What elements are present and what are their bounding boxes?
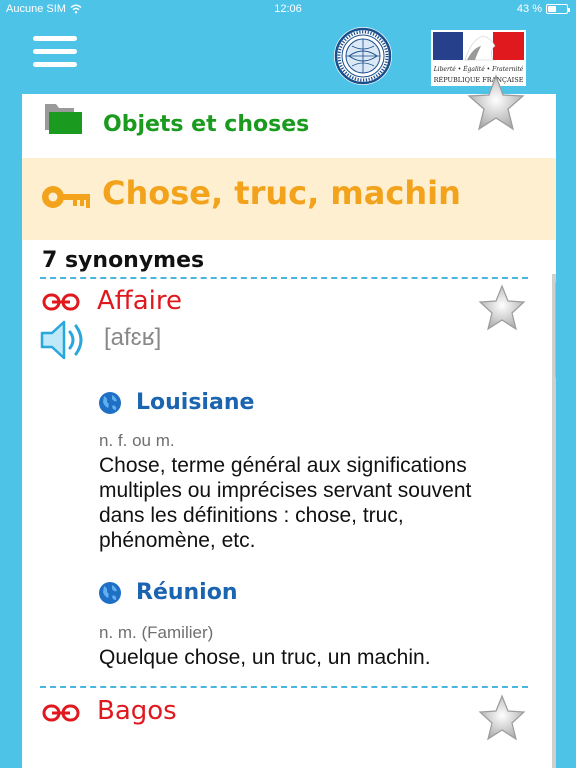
main-panel: Objets et choses Chose, truc, machin 7 s…: [22, 94, 556, 768]
definition: Chose, terme général aux significations …: [99, 454, 472, 552]
key-icon: [42, 186, 90, 208]
folder-icon: [45, 104, 82, 134]
definition: Quelque chose, un truc, un machin.: [99, 646, 431, 669]
star-icon[interactable]: [466, 74, 526, 132]
battery-status: 43 %: [516, 3, 570, 15]
headword-bar: Chose, truc, machin: [22, 158, 556, 240]
synonym-word[interactable]: Affaire: [97, 286, 182, 316]
region-name: Louisiane: [136, 390, 255, 415]
status-bar: Aucune SIM 12:06 43 %: [0, 0, 576, 20]
academy-seal-icon: [334, 27, 392, 85]
scrollbar-thumb[interactable]: [555, 280, 556, 380]
hamburger-icon-line: [33, 36, 77, 41]
grammar-info: n. f. ou m.: [99, 431, 175, 450]
grammar-info: n. m. (Familier): [99, 623, 214, 642]
synonym-count: 7 synonymes: [42, 248, 205, 273]
divider: [40, 277, 528, 279]
speaker-icon[interactable]: [40, 320, 92, 360]
hamburger-icon-line: [33, 49, 77, 54]
star-icon[interactable]: [477, 694, 527, 742]
battery-fill: [548, 6, 556, 12]
link-icon: [42, 293, 80, 311]
battery-percent: 43 %: [516, 3, 542, 15]
star-icon[interactable]: [477, 284, 527, 332]
status-time: 12:06: [274, 3, 302, 15]
phonetic: [afɛʁ]: [104, 324, 162, 351]
rf-logo-motto: Liberté • Égalité • Fraternité: [433, 65, 524, 73]
battery-icon: [546, 4, 570, 14]
link-icon: [42, 704, 80, 722]
globe-icon: [99, 392, 121, 414]
menu-button[interactable]: [33, 36, 77, 68]
globe-icon: [99, 582, 121, 604]
synonym-word[interactable]: Bagos: [97, 696, 177, 726]
divider: [40, 686, 528, 688]
region-name: Réunion: [136, 580, 238, 605]
headword-title: Chose, truc, machin: [102, 174, 461, 212]
category-title: Objets et choses: [103, 112, 310, 137]
scrollbar[interactable]: [552, 274, 556, 768]
hamburger-icon-line: [33, 62, 77, 67]
